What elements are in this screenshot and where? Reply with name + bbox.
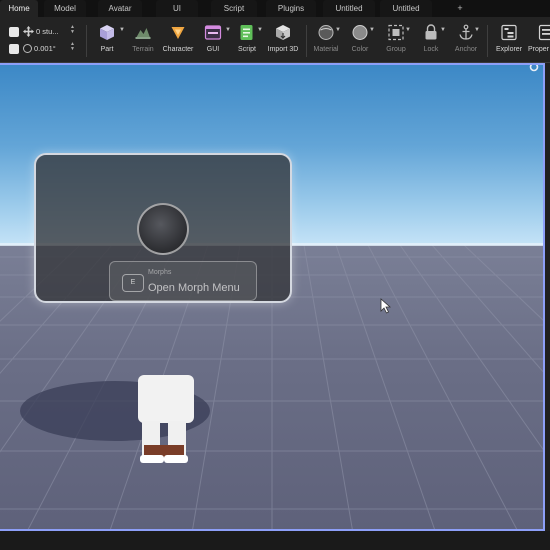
gui-window-icon [204,25,222,40]
rotate-snap-stepper[interactable]: ▲ ▼ [70,42,75,52]
home-ribbon-toolbar: 0 stu... ▲ ▼ 0.001° ▲ ▼ Part ▼ Terrain Cha… [0,17,550,63]
explorer-tree-icon [501,24,517,41]
tab-untitled-2[interactable]: Untitled [380,0,432,17]
tab-untitled-1[interactable]: Untitled [323,0,375,17]
import-3d-button[interactable]: Import 3D [263,22,303,62]
group-icon [388,24,404,41]
anchor-dropdown-chevron-icon[interactable]: ▼ [474,27,480,33]
tab-home[interactable]: Home [0,0,38,17]
part-cube-icon [100,25,114,40]
explorer-button[interactable]: Explorer [489,22,529,62]
avatar-character [138,375,194,463]
morph-prompt-overlay: E Morphs Open Morph Menu [34,153,292,303]
tab-script[interactable]: Script [211,0,257,17]
ribbon-tab-bar: Home Model Avatar UI Script Plugins Unti… [0,0,550,17]
new-tab-button[interactable]: + [452,0,468,17]
character-icon [171,27,185,39]
rotate-snap-control[interactable]: 0.001° [9,42,56,55]
viewport-settings-gear-icon[interactable] [528,63,540,73]
color-dropdown-chevron-icon[interactable]: ▼ [369,27,375,33]
terrain-mountain-icon [135,28,151,39]
rotate-snap-value[interactable]: 0.001° [34,44,56,53]
properties-icon [538,24,550,41]
properties-button[interactable]: Proper [526,22,550,62]
prompt-action-text: Open Morph Menu [148,282,240,294]
bottom-panel-edge [0,531,550,550]
material-sphere-icon [318,25,334,40]
anchor-icon [459,24,473,40]
move-snap-checkbox[interactable] [9,26,19,37]
proximity-prompt[interactable]: E Morphs Open Morph Menu [109,261,257,301]
prompt-object-text: Morphs [148,269,172,276]
tab-ui[interactable]: UI [156,0,198,17]
import-3d-icon [276,25,290,40]
tab-avatar[interactable]: Avatar [98,0,142,17]
character-head-icon [137,203,189,255]
move-snap-value[interactable]: 0 stu... [36,27,59,36]
move-snap-control[interactable]: 0 stu... [9,25,59,38]
anchor-button[interactable]: Anchor [446,22,486,62]
properties-label: Proper [528,46,550,53]
rotate-snap-checkbox[interactable] [9,43,19,54]
rotate-icon [23,44,32,53]
move-arrows-icon [23,26,34,37]
color-swatch-icon [352,25,368,40]
mouse-cursor-icon [380,298,392,314]
tab-model[interactable]: Model [44,0,86,17]
terrain-button[interactable]: Terrain [123,22,163,62]
script-icon [240,25,253,40]
lock-icon [425,24,437,40]
move-snap-stepper[interactable]: ▲ ▼ [70,25,75,35]
right-panel-edge [545,63,550,531]
character-button[interactable]: Character [158,22,198,62]
tab-plugins[interactable]: Plugins [266,0,316,17]
prompt-key-hint[interactable]: E [122,274,144,292]
